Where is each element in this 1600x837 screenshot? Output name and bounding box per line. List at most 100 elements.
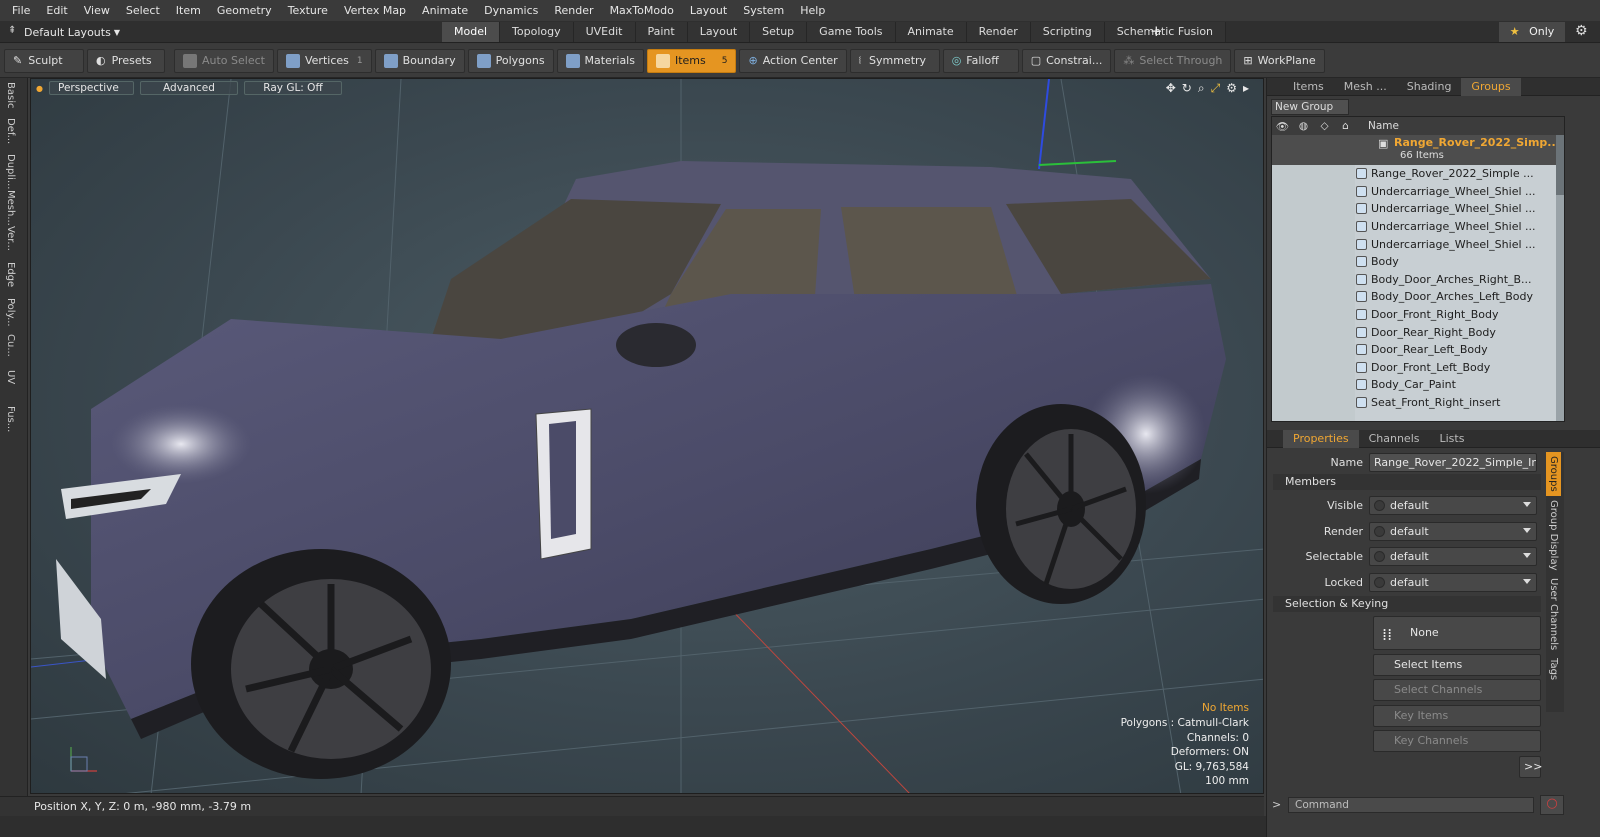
- side-tab-0[interactable]: Groups: [1546, 452, 1561, 496]
- menu-item-animate[interactable]: Animate: [414, 4, 476, 17]
- sculpt-button[interactable]: ✎ Sculpt: [4, 48, 84, 73]
- visible-dropdown[interactable]: default: [1369, 495, 1537, 515]
- select-items-button[interactable]: Select Items: [1373, 654, 1541, 676]
- left-tab-7[interactable]: Cu...: [5, 334, 16, 357]
- left-tab-2[interactable]: Dupli...: [5, 154, 16, 189]
- left-tab-0[interactable]: Basic: [5, 82, 16, 108]
- constraints-button[interactable]: ▢ Constrai...: [1021, 48, 1112, 73]
- locked-dropdown[interactable]: default: [1369, 572, 1537, 592]
- none-button[interactable]: ⁞⁞ None: [1373, 616, 1541, 650]
- pan-icon[interactable]: ✥: [1166, 81, 1176, 96]
- key-items-button[interactable]: Key Items: [1373, 705, 1541, 727]
- 3d-viewport[interactable]: ● Perspective Advanced Ray GL: Off ✥ ↻ ⌕…: [30, 78, 1264, 794]
- menu-item-geometry[interactable]: Geometry: [209, 4, 280, 17]
- tab-model[interactable]: Model: [442, 22, 501, 42]
- members-section[interactable]: Members: [1273, 474, 1541, 490]
- materials-button[interactable]: Materials: [556, 48, 644, 73]
- symmetry-button[interactable]: ⧙ Symmetry: [849, 48, 940, 73]
- tab-uvedit[interactable]: UVEdit: [573, 22, 636, 42]
- key-channels-button[interactable]: Key Channels: [1373, 730, 1541, 752]
- side-tab-3[interactable]: Tags: [1546, 654, 1561, 684]
- fit-icon[interactable]: ⤢: [1211, 81, 1221, 96]
- selection-keying-section[interactable]: Selection & Keying: [1273, 596, 1541, 612]
- record-icon[interactable]: ○: [1540, 795, 1564, 815]
- select-channels-button[interactable]: Select Channels: [1373, 679, 1541, 701]
- menu-item-select[interactable]: Select: [118, 4, 168, 17]
- tab-animate[interactable]: Animate: [895, 22, 967, 42]
- panel-tab-2[interactable]: Shading: [1397, 78, 1462, 96]
- left-tab-8[interactable]: UV: [5, 370, 16, 384]
- left-tab-5[interactable]: Edge: [5, 262, 16, 287]
- tab-paint[interactable]: Paint: [635, 22, 688, 42]
- tab-game-tools[interactable]: Game Tools: [807, 22, 896, 42]
- lock-col-icon[interactable]: ⌂: [1335, 120, 1356, 132]
- add-tab-icon[interactable]: +: [1150, 22, 1163, 40]
- gear-icon[interactable]: ⚙: [1575, 23, 1588, 39]
- name-column-header[interactable]: Name: [1368, 120, 1399, 132]
- tab-scripting[interactable]: Scripting: [1030, 22, 1105, 42]
- groups-list-scrollbar[interactable]: [1556, 135, 1564, 421]
- menu-item-vertex-map[interactable]: Vertex Map: [336, 4, 414, 17]
- panel-tab-3[interactable]: Groups: [1461, 77, 1521, 96]
- panel-tab-1[interactable]: Mesh ...: [1334, 78, 1397, 96]
- shading-mode-button[interactable]: Advanced: [139, 81, 238, 95]
- tab-schematic-fusion[interactable]: Schematic Fusion: [1104, 22, 1227, 42]
- menu-item-help[interactable]: Help: [792, 4, 833, 17]
- polygons-button[interactable]: Polygons: [467, 48, 554, 73]
- properties-tab-1[interactable]: Channels: [1359, 430, 1430, 448]
- menu-item-system[interactable]: System: [735, 4, 792, 17]
- new-group-button[interactable]: New Group: [1271, 99, 1349, 115]
- tab-layout[interactable]: Layout: [687, 22, 751, 42]
- menu-item-file[interactable]: File: [4, 4, 38, 17]
- boundary-button[interactable]: Boundary: [374, 48, 465, 73]
- menu-item-render[interactable]: Render: [546, 4, 601, 17]
- layout-arrow-icon[interactable]: ⇞: [8, 25, 16, 36]
- menu-item-dynamics[interactable]: Dynamics: [476, 4, 546, 17]
- items-button[interactable]: Items 5: [646, 48, 737, 73]
- tab-setup[interactable]: Setup: [750, 22, 808, 42]
- default-layouts-dropdown[interactable]: Default Layouts ▼: [24, 23, 120, 41]
- left-tab-9[interactable]: Fus...: [5, 406, 16, 432]
- group-root-row[interactable]: ▣ Range_Rover_2022_Simp... 66 Items: [1272, 135, 1564, 165]
- falloff-button[interactable]: ◎ Falloff: [942, 48, 1019, 73]
- menu-item-texture[interactable]: Texture: [280, 4, 336, 17]
- only-button[interactable]: ★ Only: [1499, 22, 1565, 42]
- select-through-button[interactable]: ⁂ Select Through: [1114, 48, 1232, 73]
- vertices-button[interactable]: Vertices 1: [276, 48, 372, 73]
- left-tab-4[interactable]: Ver...: [5, 226, 16, 251]
- viewport-expand-icon[interactable]: ▸: [1243, 81, 1249, 96]
- left-tab-6[interactable]: Poly...: [5, 298, 16, 327]
- left-tab-1[interactable]: Def...: [5, 118, 16, 144]
- chevron-down-icon: [1523, 552, 1531, 558]
- tab-render[interactable]: Render: [966, 22, 1031, 42]
- command-input[interactable]: Command: [1288, 797, 1534, 813]
- render-col-icon[interactable]: ◍: [1293, 120, 1314, 132]
- rotate-icon[interactable]: ↻: [1182, 81, 1192, 96]
- workplane-button[interactable]: ⊞ WorkPlane: [1234, 48, 1325, 73]
- raygl-toggle[interactable]: Ray GL: Off: [243, 81, 342, 95]
- menu-item-item[interactable]: Item: [168, 4, 209, 17]
- panel-tab-0[interactable]: Items: [1283, 78, 1334, 96]
- auto-select-button[interactable]: Auto Select: [174, 48, 274, 73]
- group-name-field[interactable]: Range_Rover_2022_Simple_Inter: [1369, 452, 1537, 472]
- render-dropdown[interactable]: default: [1369, 521, 1537, 541]
- properties-tab-2[interactable]: Lists: [1430, 430, 1475, 448]
- menu-item-view[interactable]: View: [76, 4, 118, 17]
- side-tab-2[interactable]: User Channels: [1546, 574, 1561, 654]
- action-center-button[interactable]: ⊕ Action Center: [739, 48, 847, 73]
- properties-tab-0[interactable]: Properties: [1283, 429, 1359, 448]
- left-tab-3[interactable]: Mesh...: [5, 190, 16, 226]
- visibility-col-icon[interactable]: 👁: [1272, 120, 1293, 133]
- presets-button[interactable]: ◐ Presets: [87, 48, 165, 73]
- select-col-icon[interactable]: ◇: [1314, 120, 1335, 132]
- side-tab-1[interactable]: Group Display: [1546, 496, 1561, 574]
- menu-item-edit[interactable]: Edit: [38, 4, 75, 17]
- selectable-dropdown[interactable]: default: [1369, 546, 1537, 566]
- menu-item-maxtomodo[interactable]: MaxToModo: [602, 4, 682, 17]
- viewport-gear-icon[interactable]: ⚙: [1226, 81, 1237, 96]
- menu-item-layout[interactable]: Layout: [682, 4, 735, 17]
- tab-topology[interactable]: Topology: [500, 22, 574, 42]
- zoom-icon[interactable]: ⌕: [1198, 81, 1205, 96]
- more-button[interactable]: >>: [1519, 756, 1542, 778]
- view-mode-button[interactable]: Perspective: [48, 81, 134, 95]
